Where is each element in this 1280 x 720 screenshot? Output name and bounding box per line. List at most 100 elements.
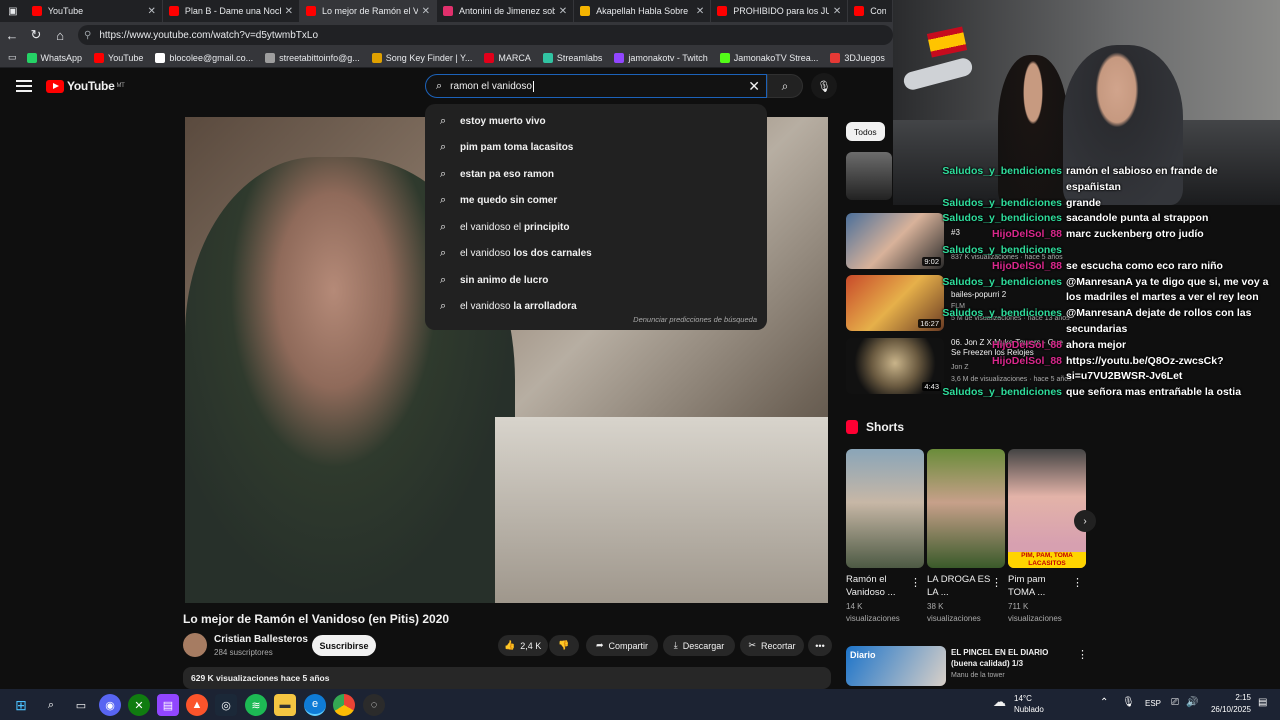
search-suggestion[interactable]: ⌕ me quedo sin comer	[425, 188, 767, 215]
language-indicator[interactable]: ESP	[1145, 699, 1161, 708]
bookmark-item[interactable]: jamonakotv - Twitch	[614, 52, 708, 63]
more-actions-button[interactable]: •••	[808, 635, 832, 656]
short-thumbnail[interactable]: PIM, PAM, TOMA LACASITOS	[1008, 449, 1086, 568]
twitch-icon[interactable]: ▤	[157, 694, 179, 716]
file-explorer-icon[interactable]: ▬	[274, 694, 296, 716]
bookmark-label: MARCA	[498, 52, 531, 63]
close-tab-icon[interactable]: ✕	[148, 6, 156, 17]
like-button[interactable]: 👍 2,4 K	[498, 635, 548, 656]
related-thumbnail[interactable]: 16:27	[846, 275, 944, 331]
search-icon[interactable]: ⌕	[40, 694, 62, 716]
short-title[interactable]: Pim pam TOMA ...	[1008, 573, 1072, 599]
related-title[interactable]: bailes-popurri 2	[951, 290, 1071, 300]
report-predictions-link[interactable]: Denunciar predicciones de búsqueda	[633, 315, 757, 324]
short-thumbnail[interactable]	[927, 449, 1005, 568]
search-suggestion[interactable]: ⌕ el vanidoso el principito	[425, 214, 767, 241]
share-button[interactable]: ➦ Compartir	[586, 635, 658, 656]
menu-icon[interactable]	[16, 78, 32, 94]
voice-search-button[interactable]: 🎙	[811, 73, 837, 99]
chat-message: marc zuckenberg otro judío	[1066, 228, 1204, 241]
related-thumbnail-partial[interactable]	[846, 152, 892, 200]
suggestion-prefix: el vanidoso	[460, 301, 514, 313]
site-info-icon[interactable]: ⚲	[84, 30, 91, 41]
dislike-button[interactable]: 👎	[549, 635, 579, 656]
discord-icon[interactable]: ◉	[99, 694, 121, 716]
reload-icon[interactable]: ↻	[24, 22, 48, 48]
browser-tab[interactable]: Plan B - Dame una Noche ✕	[163, 0, 300, 22]
close-tab-icon[interactable]: ✕	[422, 6, 430, 17]
notifications-icon[interactable]: ▤	[1258, 697, 1267, 708]
clock-time[interactable]: 2:15	[1215, 693, 1251, 702]
related-thumbnail[interactable]: 9:02	[846, 213, 944, 269]
bookmark-item[interactable]: MARCA	[484, 52, 531, 63]
address-bar[interactable]: ⚲ https://www.youtube.com/watch?v=d5ytwm…	[78, 25, 893, 45]
search-button[interactable]: ⌕	[767, 74, 803, 98]
browser-tab[interactable]: Akapellah Habla Sobre ✕	[574, 0, 712, 22]
related-thumbnail[interactable]: 4:43	[846, 338, 944, 394]
subscribe-button[interactable]: Suscribirse	[312, 635, 376, 656]
clock-date[interactable]: 26/10/2025	[1206, 705, 1251, 714]
home-icon[interactable]: ⌂	[48, 22, 72, 48]
search-input[interactable]: ⌕ ramon el vanidoso ✕	[425, 74, 767, 98]
microphone-icon[interactable]: 🎙	[1122, 697, 1135, 708]
close-tab-icon[interactable]: ✕	[559, 6, 567, 17]
back-icon[interactable]: ←	[0, 22, 24, 48]
short-more-icon[interactable]: ⋮	[991, 576, 1002, 589]
related-thumbnail[interactable]: Diario	[846, 646, 946, 686]
download-button[interactable]: ⤓ Descargar	[663, 635, 735, 656]
windows-start-icon[interactable]: ⊞	[10, 694, 32, 716]
search-suggestion[interactable]: ⌕ estan pa eso ramon	[425, 161, 767, 188]
steam-icon[interactable]: ◎	[215, 694, 237, 716]
related-title[interactable]: EL PINCEL EN EL DIARIO (buena calidad) 1…	[951, 647, 1076, 669]
search-suggestion[interactable]: ⌕ estoy muerto vivo	[425, 108, 767, 135]
browser-tab[interactable]: YouTube ✕	[26, 0, 163, 22]
browser-tab[interactable]: Lo mejor de Ramón el Van ✕	[299, 0, 438, 22]
clear-search-icon[interactable]: ✕	[748, 78, 760, 95]
chrome-icon[interactable]	[333, 694, 355, 716]
brave-icon[interactable]: ▲	[186, 694, 208, 716]
chat-username: HijoDelSol_88	[991, 338, 1062, 351]
bookmark-item[interactable]: 3DJuegos	[830, 52, 885, 63]
task-view-icon[interactable]: ▭	[70, 694, 92, 716]
xbox-icon[interactable]: ✕	[128, 694, 150, 716]
short-thumbnail[interactable]	[846, 449, 924, 568]
thumbnail-text: Diario	[850, 650, 876, 660]
close-tab-icon[interactable]: ✕	[696, 6, 704, 17]
filter-chip-all[interactable]: Todos	[846, 122, 885, 141]
search-suggestion[interactable]: ⌕ el vanidoso los dos carnales	[425, 241, 767, 268]
tab-search-icon[interactable]: ▣	[0, 0, 26, 22]
short-more-icon[interactable]: ⋮	[910, 576, 921, 589]
reading-list-icon[interactable]: ▭	[8, 52, 17, 63]
browser-tab[interactable]: PROHIBIDO para los JUDIO ✕	[711, 0, 849, 22]
search-suggestion[interactable]: ⌕ sin animo de lucro	[425, 267, 767, 294]
edge-icon[interactable]: e	[304, 694, 326, 716]
clip-button[interactable]: ✂ Recortar	[740, 635, 804, 656]
description-box[interactable]: 629 K visualizaciones hace 5 años	[183, 667, 831, 689]
bookmark-item[interactable]: Song Key Finder | Y...	[371, 52, 472, 63]
youtube-logo[interactable]: YouTube MT	[46, 79, 125, 93]
bookmark-item[interactable]: blocolee@gmail.co...	[155, 52, 253, 63]
obs-icon[interactable]: ◌	[363, 694, 385, 716]
bookmark-item[interactable]: Streamlabs	[542, 52, 602, 63]
bookmark-item[interactable]: YouTube	[94, 52, 143, 63]
channel-name[interactable]: Cristian Ballesteros	[214, 634, 308, 645]
bookmark-item[interactable]: streetabittoinfo@g...	[265, 52, 360, 63]
spotify-icon[interactable]: ≋	[245, 694, 267, 716]
tray-chevron-icon[interactable]: ⌃	[1100, 697, 1108, 708]
search-suggestion[interactable]: ⌕ pim pam toma lacasitos	[425, 135, 767, 162]
channel-avatar[interactable]	[183, 633, 207, 657]
close-tab-icon[interactable]: ✕	[833, 6, 841, 17]
weather-icon[interactable]: ☁	[993, 694, 1006, 710]
short-title[interactable]: LA DROGA ES LA ...	[927, 573, 991, 599]
short-more-icon[interactable]: ⋮	[1072, 576, 1083, 589]
browser-tab[interactable]: Antonini de Jimenez sobre ✕	[437, 0, 575, 22]
shorts-next-button[interactable]: ›	[1074, 510, 1096, 532]
browser-tab[interactable]: Con	[848, 0, 894, 22]
volume-icon[interactable]: 🔊	[1186, 697, 1198, 708]
bookmark-item[interactable]: WhatsApp	[26, 52, 82, 63]
related-more-icon[interactable]: ⋮	[1077, 648, 1088, 661]
bookmark-item[interactable]: JamonakoTV Strea...	[719, 52, 818, 63]
short-title[interactable]: Ramón el Vanidoso ...	[846, 573, 910, 599]
network-icon[interactable]: ⎚	[1171, 697, 1179, 708]
close-tab-icon[interactable]: ✕	[285, 6, 293, 17]
